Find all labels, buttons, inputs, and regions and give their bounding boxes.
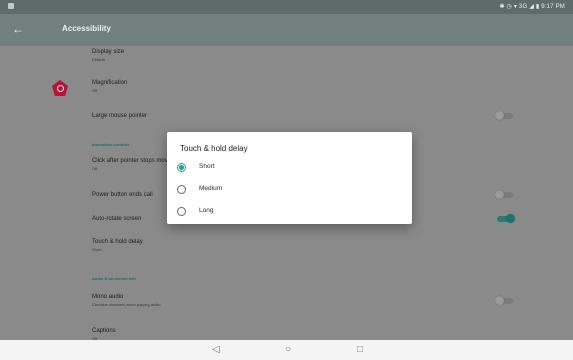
navigation-bar: ◁ ○ □ (0, 340, 573, 360)
dialog-title: Touch & hold delay (180, 144, 248, 153)
touch-hold-delay-dialog: Touch & hold delay Short Medium Long (167, 132, 412, 224)
option-medium[interactable]: Medium (177, 182, 317, 198)
setting-display-size[interactable]: Display size Default (0, 46, 573, 68)
setting-touch-hold-delay[interactable]: Touch & hold delay Short (0, 236, 573, 258)
option-label: Short (199, 163, 215, 170)
auto-rotate-toggle[interactable] (497, 214, 515, 223)
setting-captions[interactable]: Captions Off (0, 326, 573, 341)
toggle-knob (495, 296, 504, 305)
setting-title: Auto-rotate screen (92, 216, 142, 222)
nav-recents-icon[interactable]: □ (357, 344, 363, 355)
magnifier-glass-icon (57, 85, 64, 92)
setting-subtitle: Off (92, 88, 98, 93)
back-arrow-icon[interactable]: ← (12, 22, 24, 36)
section-header-audio: Audio & on-screen text (92, 276, 136, 281)
mono-audio-toggle[interactable] (495, 296, 513, 305)
setting-subtitle: Off (92, 166, 98, 171)
setting-title: Display size (92, 49, 125, 55)
setting-mono-audio[interactable]: Mono audio Combine channels when playing… (0, 292, 573, 314)
setting-subtitle: Combine channels when playing audio (92, 302, 161, 307)
status-bar: ✱ ◷ ▾ 3G ◢ ▮ 9:17 PM (0, 0, 573, 14)
large-mouse-pointer-toggle[interactable] (495, 111, 513, 120)
setting-subtitle: Short (92, 247, 102, 252)
option-short[interactable]: Short (177, 160, 317, 176)
toggle-knob (495, 190, 504, 199)
radio-unchecked-icon[interactable] (177, 207, 186, 216)
status-icons: ✱ ◷ ▾ 3G ◢ ▮ 9:17 PM (499, 4, 565, 10)
setting-magnification[interactable]: Magnification Off (0, 76, 573, 98)
power-button-toggle[interactable] (495, 190, 513, 199)
notification-icon (8, 3, 14, 9)
option-label: Medium (199, 185, 223, 192)
setting-title: Captions (92, 328, 116, 334)
page-title: Accessibility (62, 24, 111, 33)
option-long[interactable]: Long (177, 204, 317, 220)
section-header-interaction: Interaction controls (92, 142, 130, 147)
setting-title: Power button ends call (92, 192, 153, 198)
setting-subtitle: Default (92, 57, 105, 62)
radio-checked-icon[interactable] (177, 163, 186, 172)
nav-back-icon[interactable]: ◁ (212, 344, 220, 355)
setting-title: Click after pointer stops moving (92, 158, 176, 164)
setting-title: Large mouse pointer (92, 113, 148, 119)
setting-large-mouse-pointer[interactable]: Large mouse pointer (0, 108, 573, 126)
option-label: Long (199, 207, 214, 214)
setting-title: Magnification (92, 80, 128, 86)
app-bar: ← Accessibility (0, 14, 573, 46)
nav-home-icon[interactable]: ○ (285, 344, 291, 355)
toggle-knob (495, 111, 504, 120)
setting-title: Touch & hold delay (92, 239, 143, 245)
setting-title: Mono audio (92, 294, 124, 300)
toggle-knob (506, 214, 515, 223)
radio-unchecked-icon[interactable] (177, 185, 186, 194)
